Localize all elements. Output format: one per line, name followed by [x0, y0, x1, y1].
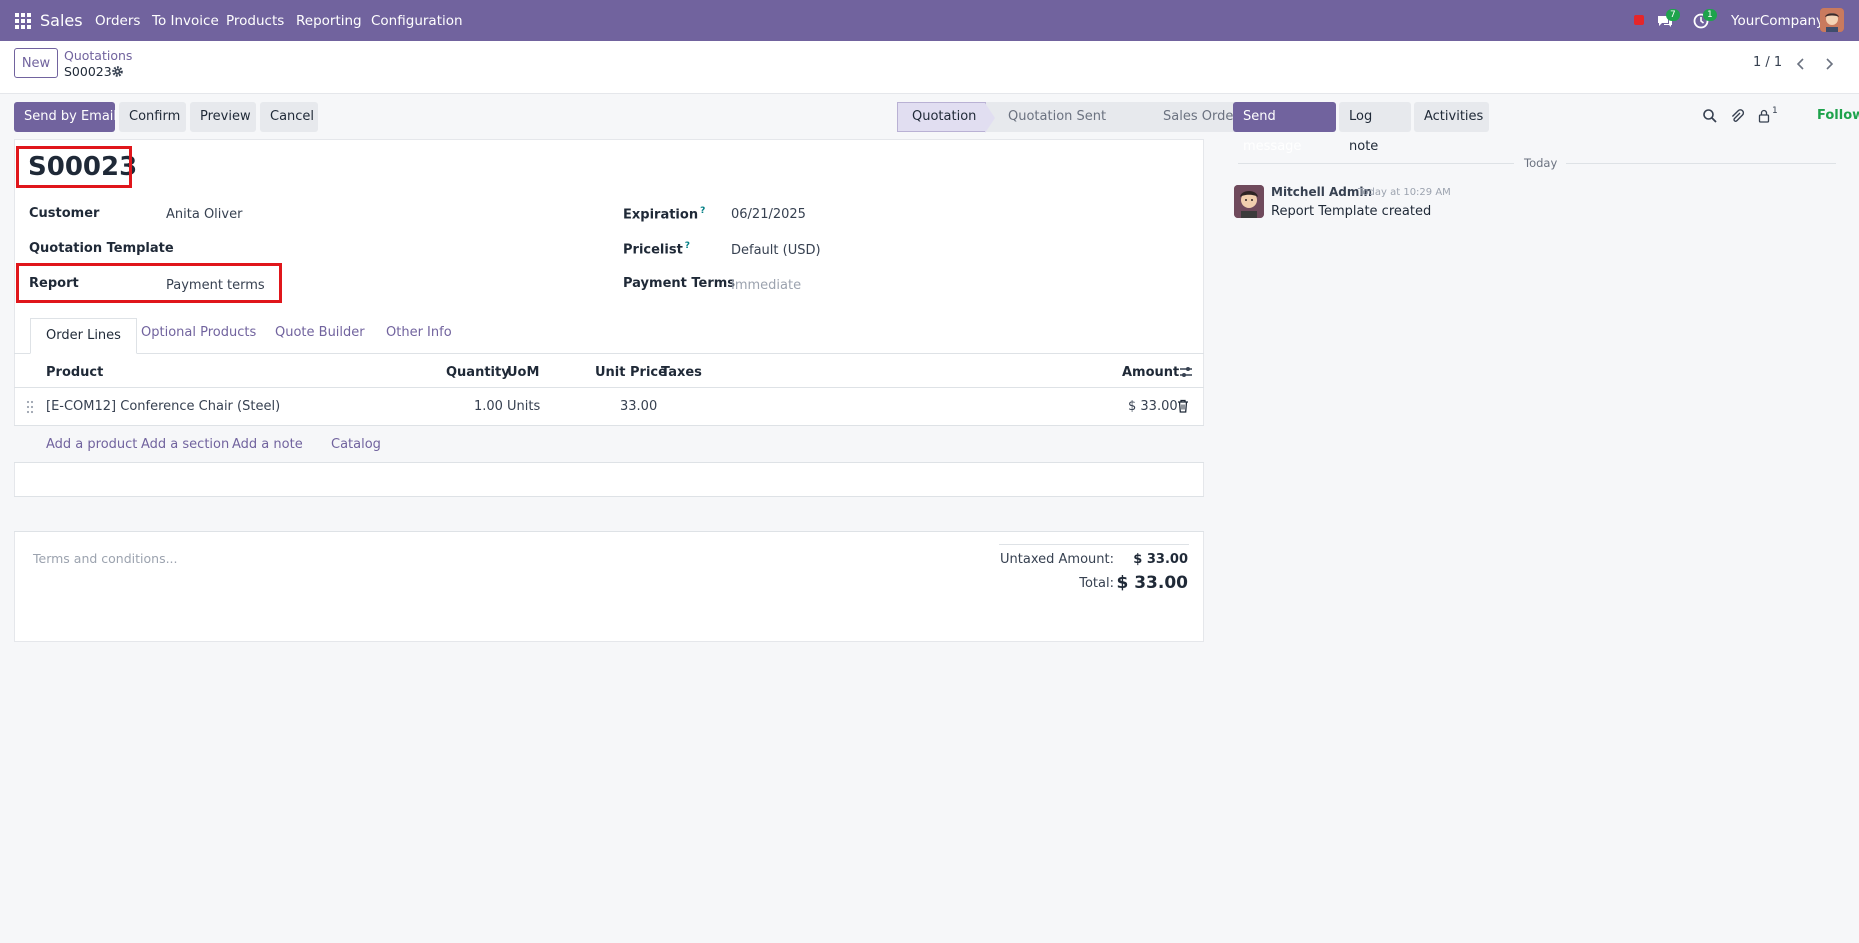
confirm-button[interactable]: Confirm: [119, 102, 186, 132]
followers-lock-icon[interactable]: [1756, 108, 1772, 124]
empty-band: [14, 497, 1204, 531]
line-product[interactable]: [E-COM12] Conference Chair (Steel): [46, 399, 280, 414]
untaxed-amount-value: $ 33.00: [1133, 552, 1188, 567]
breadcrumb-current: S00023: [64, 64, 112, 79]
line-quantity[interactable]: 1.00: [474, 399, 503, 414]
attachment-paperclip-icon[interactable]: [1729, 108, 1745, 124]
app-name[interactable]: Sales: [40, 11, 83, 30]
tab-quote-builder[interactable]: Quote Builder: [275, 326, 365, 354]
drag-handle-icon[interactable]: [26, 400, 34, 414]
column-taxes[interactable]: Taxes: [661, 365, 702, 380]
control-panel: [0, 41, 1859, 94]
messages-badge: 7: [1666, 9, 1680, 21]
menu-reporting[interactable]: Reporting: [296, 13, 362, 29]
quotation-template-field[interactable]: [166, 241, 586, 259]
pager-next-icon[interactable]: [1816, 51, 1842, 77]
line-unit-price[interactable]: 33.00: [620, 399, 657, 414]
tab-other-info[interactable]: Other Info: [386, 326, 452, 354]
message-date: Today at 10:29 AM: [1358, 187, 1451, 198]
followers-count: 1: [1772, 106, 1778, 116]
apps-grid-icon[interactable]: [15, 13, 31, 29]
expiration-label: Expiration?: [623, 206, 705, 222]
column-amount[interactable]: Amount: [1122, 365, 1179, 380]
company-switcher[interactable]: YourCompany: [1731, 13, 1824, 29]
pricelist-field[interactable]: Default (USD): [731, 243, 821, 258]
customer-field[interactable]: Anita Oliver: [166, 207, 242, 222]
payment-terms-label: Payment Terms: [623, 276, 736, 291]
recording-indicator-icon[interactable]: [1634, 15, 1644, 25]
user-avatar[interactable]: [1820, 8, 1844, 32]
pager-previous-icon[interactable]: [1788, 51, 1814, 77]
table-header-divider: [14, 387, 1204, 388]
add-product-link[interactable]: Add a product: [46, 437, 137, 452]
highlight-box-name: [16, 146, 132, 188]
column-product[interactable]: Product: [46, 365, 103, 380]
stage-quotation-label: Quotation: [912, 109, 977, 124]
tab-optional-products[interactable]: Optional Products: [141, 326, 256, 354]
table-row-divider: [14, 531, 1204, 532]
column-quantity[interactable]: Quantity: [446, 365, 510, 380]
expiration-label-text: Expiration: [623, 207, 699, 223]
untaxed-amount-label: Untaxed Amount:: [1000, 552, 1114, 567]
menu-products[interactable]: Products: [226, 13, 284, 29]
pricelist-label-text: Pricelist: [623, 242, 683, 258]
customer-label: Customer: [29, 206, 100, 221]
add-note-link[interactable]: Add a note: [232, 437, 303, 452]
cancel-button[interactable]: Cancel: [260, 102, 318, 132]
line-uom[interactable]: Units: [507, 399, 540, 414]
highlight-box-report: [16, 263, 282, 303]
stage-quotation[interactable]: Quotation: [897, 102, 995, 133]
new-button[interactable]: New: [14, 48, 58, 78]
pager-value[interactable]: 1 / 1: [1753, 55, 1782, 70]
help-tooltip-icon[interactable]: ?: [700, 206, 705, 216]
user-avatar-image: [1820, 8, 1844, 32]
message-author-avatar[interactable]: [1234, 185, 1264, 218]
menu-to-invoice[interactable]: To Invoice: [152, 13, 219, 29]
date-separator-line: [1566, 163, 1836, 164]
catalog-button[interactable]: Catalog: [331, 437, 381, 452]
line-amount: $ 33.00: [1128, 399, 1178, 414]
totals-divider: [999, 544, 1189, 545]
add-section-link[interactable]: Add a section: [141, 437, 229, 452]
menu-orders[interactable]: Orders: [95, 13, 140, 29]
send-by-email-button[interactable]: Send by Email: [14, 102, 117, 132]
column-uom[interactable]: UoM: [507, 365, 539, 380]
pricelist-label: Pricelist?: [623, 241, 690, 257]
total-label: Total:: [1079, 576, 1114, 591]
help-tooltip-icon[interactable]: ?: [685, 241, 690, 251]
column-unit-price[interactable]: Unit Price: [595, 365, 667, 380]
preview-button[interactable]: Preview: [190, 102, 256, 132]
quotation-template-label: Quotation Template: [29, 241, 174, 256]
gear-icon[interactable]: [111, 65, 124, 78]
terms-and-conditions-field[interactable]: Terms and conditions...: [33, 551, 178, 566]
date-separator-line: [1238, 163, 1514, 164]
date-separator: Today: [1524, 156, 1558, 170]
following-button[interactable]: Following: [1817, 108, 1859, 123]
top-navbar: Sales Orders To Invoice Products Reporti…: [0, 0, 1859, 41]
menu-configuration[interactable]: Configuration: [371, 13, 463, 29]
activities-button[interactable]: Activities: [1414, 102, 1489, 132]
stage-sales-order-label: Sales Order: [1163, 109, 1239, 124]
status-bar: Quotation Quotation Sent Sales Order: [897, 102, 1278, 133]
message-body: Report Template created: [1271, 204, 1432, 219]
delete-line-icon[interactable]: [1177, 399, 1189, 413]
expiration-field[interactable]: 06/21/2025: [731, 207, 806, 222]
stage-arrow: [1141, 102, 1151, 132]
send-message-button[interactable]: Send message: [1233, 102, 1336, 154]
search-icon[interactable]: [1702, 108, 1718, 124]
log-note-button[interactable]: Log note: [1339, 102, 1411, 154]
table-row-divider: [14, 462, 1204, 463]
tab-order-lines[interactable]: Order Lines: [30, 318, 137, 354]
stage-quotation-sent[interactable]: Quotation Sent: [986, 102, 1151, 132]
breadcrumb-quotations[interactable]: Quotations: [64, 48, 132, 63]
author-avatar-image: [1234, 185, 1264, 218]
stage-quotation-sent-label: Quotation Sent: [1008, 109, 1107, 124]
message-author[interactable]: Mitchell Admin: [1271, 185, 1372, 199]
optional-columns-toggle-icon[interactable]: [1179, 365, 1193, 379]
payment-terms-field[interactable]: Immediate: [731, 278, 801, 293]
stage-arrow: [985, 103, 995, 133]
activities-badge: 1: [1703, 9, 1717, 21]
total-value: $ 33.00: [1116, 573, 1188, 593]
